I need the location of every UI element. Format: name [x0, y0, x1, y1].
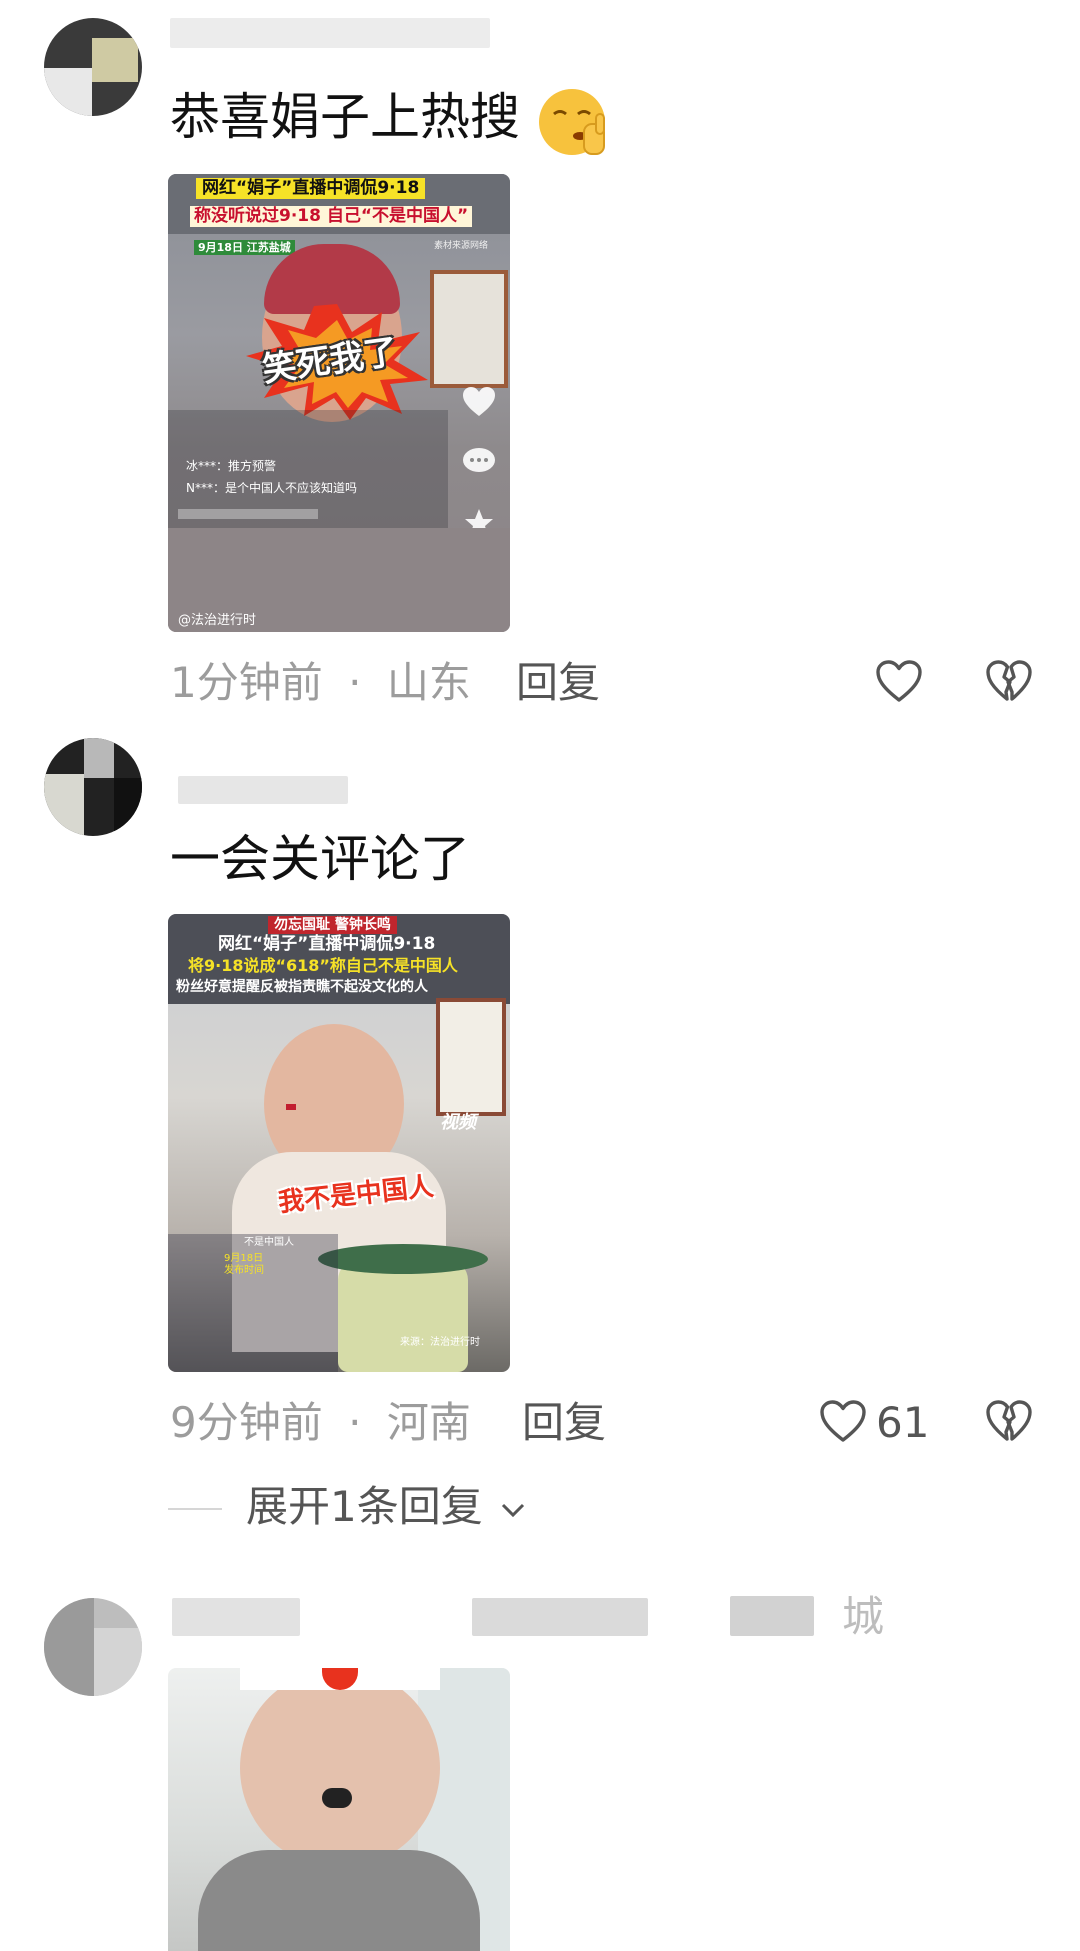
video-title-line3: 粉丝好意提醒反被指责瞧不起没文化的人	[176, 979, 428, 995]
meta-separator: ·	[348, 1398, 362, 1447]
username-blurred[interactable]	[730, 1596, 814, 1636]
video-thumbnail[interactable]: 网红“娟子”直播中调侃9·18 称没听说过9·18 自己“不是中国人” 9月18…	[168, 174, 510, 632]
dislike-broken-heart-icon[interactable]	[986, 1400, 1032, 1444]
video-title-line1: 网红“娟子”直播中调侃9·18	[196, 178, 426, 199]
source-label: 来源：法治进行时	[400, 1337, 480, 1348]
chat-line: 不是中国人	[244, 1237, 294, 1248]
dislike-broken-heart-icon[interactable]	[986, 660, 1032, 704]
comment-time: 1分钟前	[170, 658, 323, 707]
expand-divider	[168, 1508, 222, 1510]
date-badge: 9月18日 江苏盐城	[194, 240, 295, 255]
comment-meta: 1分钟前 · 山东	[170, 662, 471, 704]
video-thumbnail[interactable]: 勿忘国耻 警钟长鸣 网红“娟子”直播中调侃9·18 将9·18说成“618”称自…	[168, 914, 510, 1372]
video-thumbnail[interactable]	[168, 1668, 510, 1951]
username-tail[interactable]: 城	[842, 1596, 884, 1638]
comment-text: 一会关评论了	[170, 830, 470, 888]
comment-meta: 9分钟前 · 河南	[170, 1402, 471, 1444]
video-title-line1: 网红“娟子”直播中调侃9·18	[218, 934, 436, 954]
chevron-down-icon	[502, 1503, 525, 1517]
avatar[interactable]	[44, 18, 142, 116]
chat-line: 冰***：推方预警	[186, 459, 277, 473]
comment-location: 山东	[386, 658, 471, 707]
video-logo: 视频	[440, 1112, 476, 1133]
avatar[interactable]	[44, 1598, 142, 1696]
username-blurred[interactable]	[178, 776, 348, 804]
video-title-line2: 将9·18说成“618”称自己不是中国人	[188, 956, 458, 975]
heart-icon	[463, 387, 495, 416]
username-blurred[interactable]	[472, 1598, 648, 1636]
reply-button[interactable]: 回复	[516, 662, 600, 704]
comment-time: 9分钟前	[170, 1398, 323, 1447]
comment-location: 河南	[386, 1398, 471, 1447]
expand-replies-label: 展开1条回复	[246, 1482, 483, 1531]
chat-line: 发布时间	[224, 1265, 264, 1276]
like-heart-icon[interactable]	[876, 660, 922, 704]
chat-line: N***：是个中国人不应该知道吗	[186, 481, 357, 495]
comment-text: 恭喜娟子上热搜	[170, 92, 520, 142]
comment-bubble-icon	[463, 448, 495, 472]
like-heart-icon[interactable]	[820, 1400, 866, 1444]
shushing-face-emoji-icon	[539, 89, 605, 155]
source-label: 素材来源网络	[434, 241, 489, 251]
username-blurred[interactable]	[170, 18, 490, 48]
watermark: @法治进行时	[178, 613, 257, 628]
reply-button[interactable]: 回复	[522, 1402, 606, 1444]
like-count: 61	[876, 1398, 930, 1447]
chat-line: 9月18日	[224, 1253, 264, 1264]
video-title-line2: 称没听说过9·18 自己“不是中国人”	[190, 206, 473, 227]
avatar[interactable]	[44, 738, 142, 836]
comment-body: 恭喜娟子上热搜	[170, 88, 520, 146]
username-blurred[interactable]	[172, 1598, 300, 1636]
expand-replies-button[interactable]: 展开1条回复	[246, 1486, 526, 1528]
top-banner: 勿忘国耻 警钟长鸣	[268, 916, 397, 934]
meta-separator: ·	[348, 658, 362, 707]
